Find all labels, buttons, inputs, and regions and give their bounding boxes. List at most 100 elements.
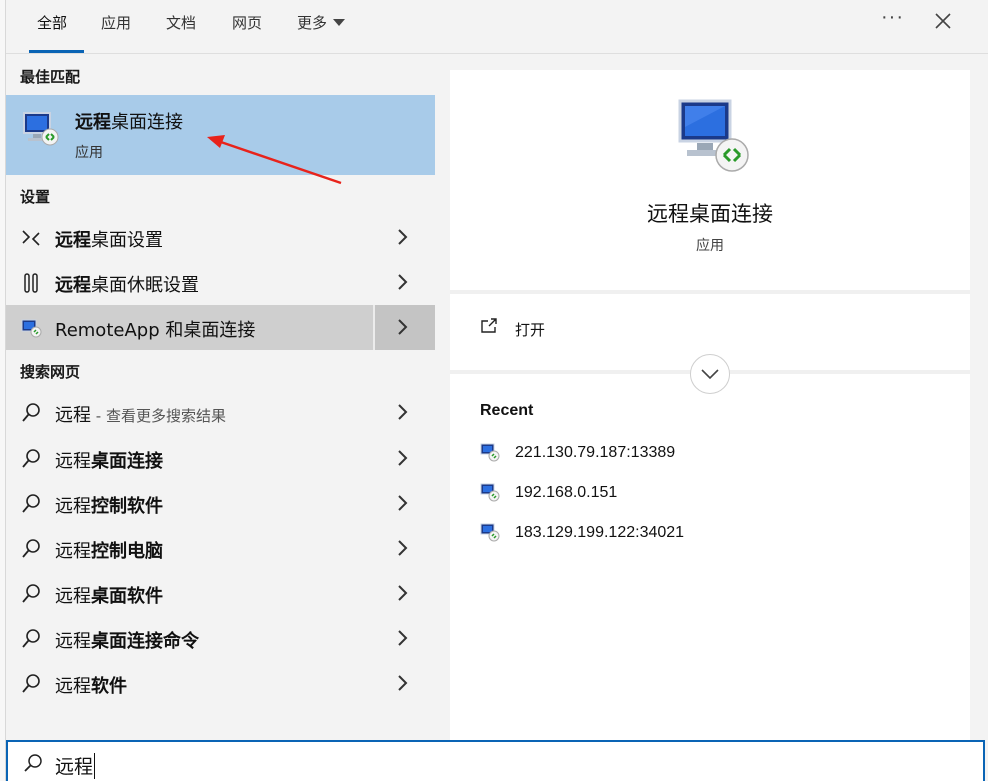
filter-tabs-bar: 全部 应用 文档 网页 更多 ···	[6, 0, 988, 54]
label-plain: 远程	[55, 405, 91, 426]
web-result-1[interactable]: 远程桌面连接	[6, 436, 435, 481]
web-result-5[interactable]: 远程桌面连接命令	[6, 616, 435, 661]
label-plain: 远程	[55, 541, 91, 562]
ellipsis-icon[interactable]: ···	[881, 6, 904, 29]
best-match-title-rest: 桌面连接	[111, 112, 183, 133]
web-search-heading: 搜索网页	[20, 363, 81, 381]
recent-connection-label: 183.129.199.122:34021	[515, 524, 685, 541]
label-bold: 桌面连接命令	[91, 631, 199, 652]
tab-web[interactable]: 网页	[232, 12, 262, 32]
recent-connection-label: 192.168.0.151	[515, 484, 618, 501]
divider	[450, 290, 970, 294]
web-result-label: 远程控制电脑	[55, 537, 163, 563]
recent-connection-label: 221.130.79.187:13389	[515, 444, 676, 461]
chevron-right-icon	[398, 630, 408, 646]
label-bold: 远程	[55, 275, 91, 296]
settings-item-label: 远程桌面休眠设置	[55, 271, 199, 297]
chevron-down-icon	[701, 369, 719, 380]
label-bold: 远程	[55, 230, 91, 251]
label-rest: 桌面设置	[91, 230, 163, 251]
search-input[interactable]: 远程	[6, 740, 985, 781]
tab-documents[interactable]: 文档	[166, 12, 196, 32]
chevron-right-icon	[398, 274, 408, 290]
best-match-title-bold: 远程	[75, 112, 111, 133]
remote-desktop-icon	[480, 483, 500, 502]
search-icon	[22, 584, 40, 603]
detail-pane: 远程桌面连接 应用 打开 Recent 221.130.79.187:13389	[450, 70, 970, 740]
web-result-label: 远程桌面连接	[55, 447, 163, 473]
search-panel: 全部 应用 文档 网页 更多 ··· 最佳匹配 远程桌面连接 应用 设置 远程桌…	[6, 0, 988, 781]
remote-desktop-icon	[480, 443, 500, 462]
settings-item-remote-sleep[interactable]: 远程桌面休眠设置	[6, 260, 435, 305]
settings-heading: 设置	[20, 188, 51, 206]
web-result-label: 远程软件	[55, 672, 127, 698]
chevron-right-icon	[398, 404, 408, 420]
label-rest: 桌面休眠设置	[91, 275, 199, 296]
tab-all[interactable]: 全部	[37, 12, 67, 32]
search-icon	[22, 539, 40, 558]
recent-heading: Recent	[480, 402, 534, 419]
search-query: 远程	[55, 756, 94, 778]
expand-details-button[interactable]	[690, 354, 730, 394]
search-value[interactable]: 远程	[55, 752, 96, 779]
caret-down-icon	[333, 19, 346, 26]
search-icon	[22, 629, 40, 648]
web-result-4[interactable]: 远程桌面软件	[6, 571, 435, 616]
detail-title: 远程桌面连接	[647, 202, 773, 226]
web-result-2[interactable]: 远程控制软件	[6, 481, 435, 526]
tab-more-label: 更多	[297, 14, 328, 32]
tab-more[interactable]: 更多	[297, 12, 346, 32]
text-cursor	[94, 753, 96, 779]
settings-item-remote-desktop[interactable]: 远程桌面设置	[6, 215, 435, 260]
label-plain: 远程	[55, 496, 91, 517]
chevron-right-icon	[398, 229, 408, 245]
detail-subtitle: 应用	[696, 238, 724, 254]
web-result-0[interactable]: 远程 - 查看更多搜索结果	[6, 390, 435, 435]
search-icon	[22, 674, 40, 693]
web-result-label: 远程 - 查看更多搜索结果	[55, 401, 226, 427]
web-result-3[interactable]: 远程控制电脑	[6, 526, 435, 571]
power-sleep-icon	[24, 273, 38, 293]
label-rest: RemoteApp 和桌面连接	[55, 320, 256, 341]
remoteapp-icon	[21, 319, 42, 338]
close-icon[interactable]	[932, 10, 954, 32]
search-icon	[22, 494, 40, 513]
label-bold: 软件	[91, 676, 127, 697]
label-bold: 桌面软件	[91, 586, 163, 607]
open-external-icon	[481, 318, 497, 333]
label-plain: 远程	[55, 586, 91, 607]
label-bold: 控制电脑	[91, 541, 163, 562]
label-bold: 桌面连接	[91, 451, 163, 472]
best-match-subtitle: 应用	[75, 145, 103, 161]
open-label: 打开	[515, 321, 546, 339]
chevron-right-icon	[398, 450, 408, 466]
best-match-heading: 最佳匹配	[20, 68, 81, 86]
web-result-label: 远程控制软件	[55, 492, 163, 518]
chevron-right-icon	[398, 585, 408, 601]
web-result-6[interactable]: 远程软件	[6, 661, 435, 706]
chevron-right-icon	[398, 319, 408, 335]
label-plain: 远程	[55, 451, 91, 472]
remote-desktop-icon	[23, 112, 59, 146]
chevron-right-icon	[398, 495, 408, 511]
best-match-title: 远程桌面连接	[75, 108, 183, 134]
chevron-right-icon	[398, 675, 408, 691]
settings-item-label: RemoteApp 和桌面连接	[55, 316, 255, 342]
settings-item-label: 远程桌面设置	[55, 226, 163, 252]
label-bold: 控制软件	[91, 496, 163, 517]
label-plain: 远程	[55, 631, 91, 652]
web-result-label: 远程桌面连接命令	[55, 627, 199, 653]
best-match-result[interactable]: 远程桌面连接 应用	[6, 95, 435, 175]
tab-apps[interactable]: 应用	[101, 12, 131, 32]
web-result-label: 远程桌面软件	[55, 582, 163, 608]
label-plain: 远程	[55, 676, 91, 697]
label-suffix: - 查看更多搜索结果	[91, 407, 226, 425]
chevron-right-icon	[398, 540, 408, 556]
settings-item-remoteapp[interactable]: RemoteApp 和桌面连接	[6, 305, 435, 350]
search-icon	[24, 754, 42, 772]
remote-desktop-settings-icon	[22, 230, 40, 246]
remote-desktop-icon	[678, 99, 749, 172]
search-icon	[22, 403, 40, 422]
remote-desktop-icon	[480, 523, 500, 542]
search-icon	[22, 449, 40, 468]
